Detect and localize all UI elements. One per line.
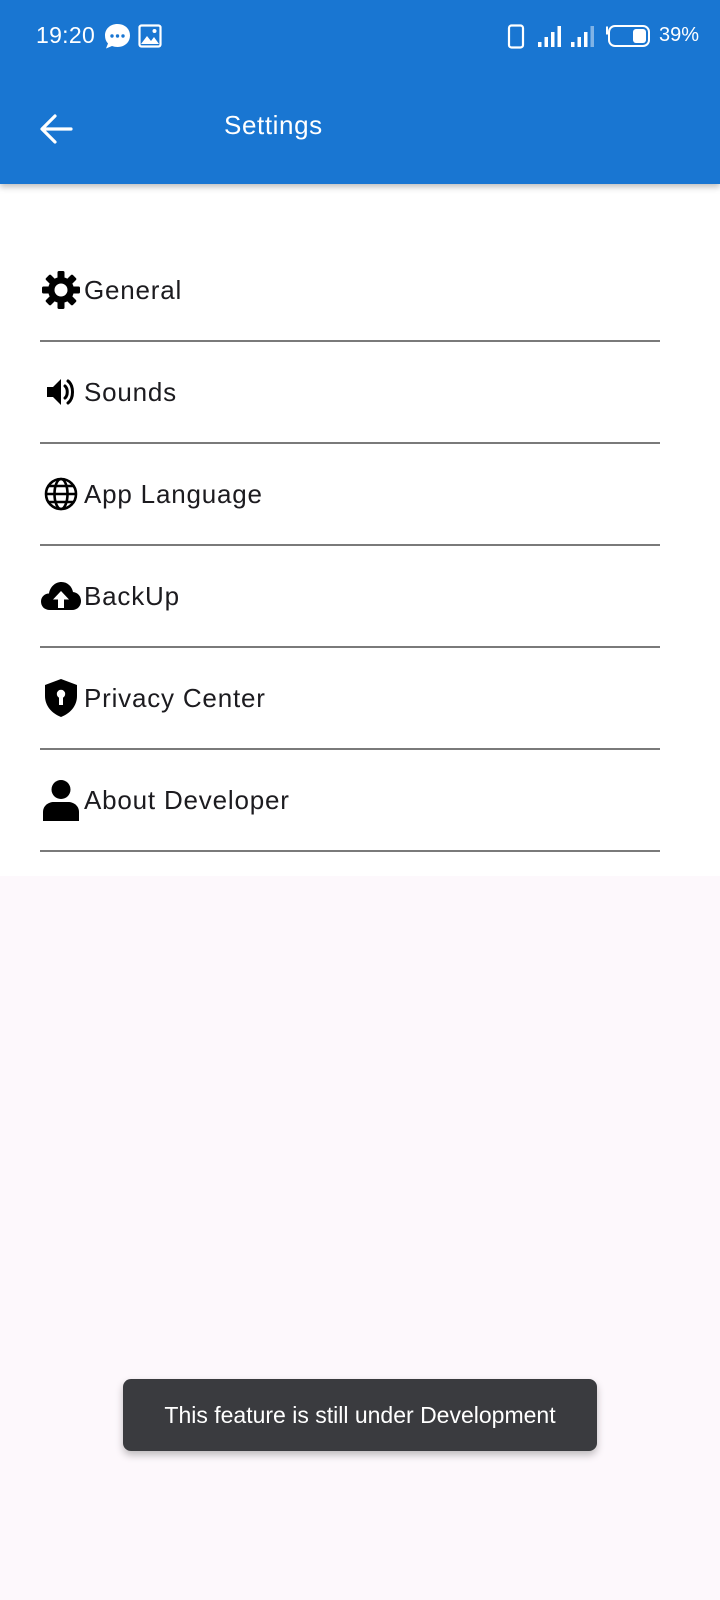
shield-lock-icon [40, 677, 82, 719]
gear-icon [40, 269, 82, 311]
signal-icon [538, 26, 561, 47]
settings-item-privacy-center[interactable]: Privacy Center [40, 648, 660, 750]
settings-item-label: BackUp [84, 580, 180, 611]
message-bubble-icon [105, 24, 130, 49]
battery-percentage: 39% [659, 24, 700, 46]
cloud-upload-icon [40, 575, 82, 617]
arrow-back-icon [40, 114, 73, 144]
settings-item-app-language[interactable]: App Language [40, 444, 660, 546]
settings-list: General Sounds App Language BackUp Priva… [0, 184, 720, 876]
settings-item-label: About Developer [84, 784, 290, 815]
settings-item-backup[interactable]: BackUp [40, 546, 660, 648]
app-bar: 19:20 39% Settings [0, 0, 720, 184]
settings-item-label: App Language [84, 478, 263, 509]
settings-item-sounds[interactable]: Sounds [40, 342, 660, 444]
image-icon [138, 24, 162, 48]
battery-icon [606, 25, 650, 47]
globe-icon [40, 473, 82, 515]
page-title: Settings [224, 110, 323, 140]
settings-item-label: General [84, 274, 183, 305]
toast-message: This feature is still under Development [123, 1379, 597, 1451]
settings-item-label: Sounds [84, 376, 177, 407]
back-button[interactable] [30, 106, 82, 152]
phone-icon [507, 24, 525, 49]
settings-item-label: Privacy Center [84, 682, 266, 713]
settings-item-about-developer[interactable]: About Developer [40, 750, 660, 852]
settings-item-general[interactable]: General [40, 240, 660, 342]
settings-screen: 19:20 39% Settings General Sounds App La… [0, 0, 720, 1600]
speaker-icon [40, 371, 82, 413]
status-time: 19:20 [36, 22, 96, 48]
person-icon [40, 779, 82, 821]
signal-icon [571, 26, 594, 47]
toolbar: Settings [0, 72, 720, 184]
status-bar: 19:20 39% [0, 0, 720, 72]
